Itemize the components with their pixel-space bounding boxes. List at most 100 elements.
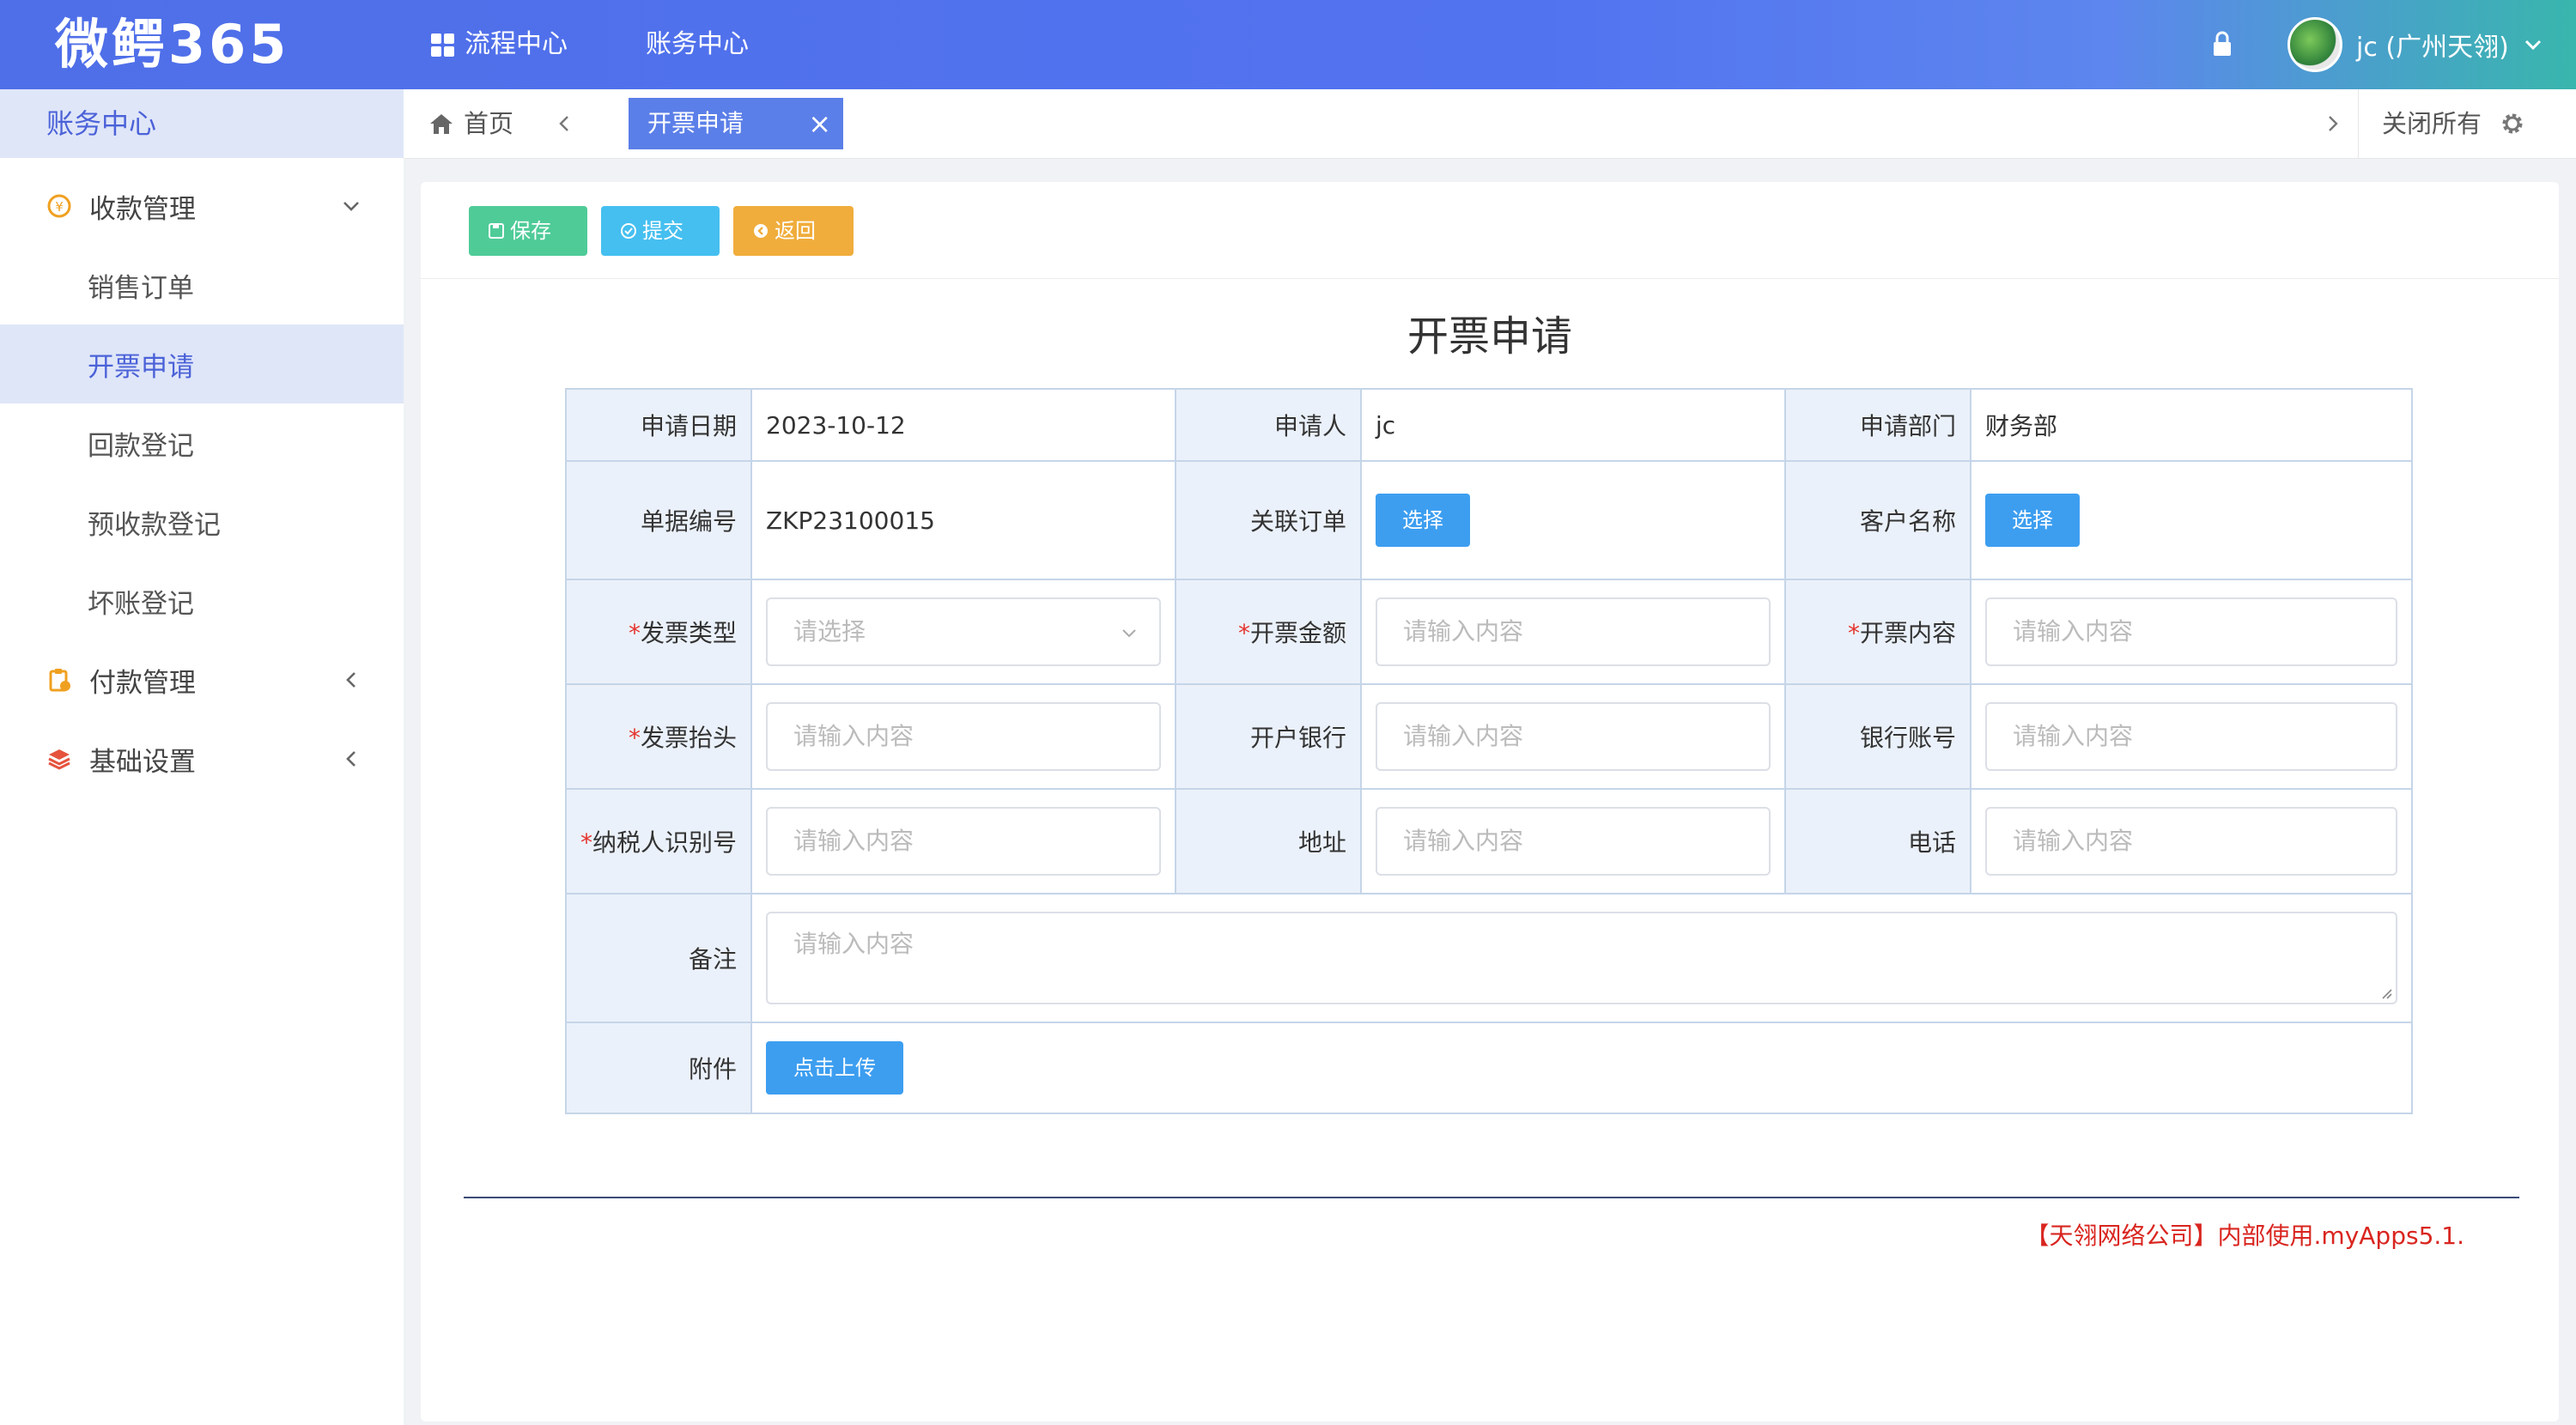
amount-label: *开票金额 <box>1175 579 1362 685</box>
amount-cell: 请输入内容 <box>1360 579 1786 685</box>
select-customer-button[interactable]: 选择 <box>1985 494 2080 547</box>
invoice-type-select[interactable]: 请选择 <box>766 597 1161 666</box>
invoice-header-label-text: 发票抬头 <box>640 724 737 752</box>
dept-label: 申请部门 <box>1784 388 1971 462</box>
user-menu[interactable]: jc (广州天翎) <box>2287 14 2543 76</box>
sidebar-item-bad-debt[interactable]: 坏账登记 <box>0 561 404 640</box>
nav-finance-center-label: 账务中心 <box>646 29 749 59</box>
chevron-down-icon <box>2524 39 2541 51</box>
resize-grip-icon[interactable] <box>2379 985 2392 999</box>
chevron-right-icon[interactable] <box>2320 111 2346 136</box>
required-mark: * <box>580 828 592 857</box>
close-icon[interactable]: × <box>808 98 831 149</box>
nav-flow-center[interactable]: 流程中心 <box>431 0 568 89</box>
amount-label-text: 开票金额 <box>1249 619 1346 647</box>
tab-invoice-request[interactable]: 开票申请 × <box>629 98 843 149</box>
content-input[interactable]: 请输入内容 <box>1985 597 2397 666</box>
customer-cell: 选择 <box>1970 460 2413 580</box>
divider <box>464 1197 2519 1198</box>
lock-icon[interactable] <box>2212 30 2233 58</box>
back-circle-icon <box>754 224 768 238</box>
required-mark: * <box>628 619 641 647</box>
tab-home[interactable]: 首页 <box>429 89 513 158</box>
required-mark: * <box>628 724 641 752</box>
submit-button[interactable]: 提交 <box>601 206 720 256</box>
order-cell: 选择 <box>1360 460 1786 580</box>
doc-no-label: 单据编号 <box>565 460 752 580</box>
taxid-input[interactable]: 请输入内容 <box>766 807 1161 876</box>
clipboard-icon <box>49 669 70 692</box>
select-order-button[interactable]: 选择 <box>1376 494 1470 547</box>
sidebar-item-label: 预收款登记 <box>88 509 221 541</box>
tab-invoice-request-label: 开票申请 <box>647 109 744 137</box>
user-name: jc (广州天翎) <box>2356 33 2509 63</box>
sidebar-item-receipts[interactable]: ¥ 收款管理 <box>0 167 404 246</box>
account-label: 银行账号 <box>1784 683 1971 790</box>
back-button[interactable]: 返回 <box>733 206 854 256</box>
sidebar-item-sales-order[interactable]: 销售订单 <box>0 246 404 324</box>
invoice-header-input[interactable]: 请输入内容 <box>766 702 1161 771</box>
bank-input[interactable]: 请输入内容 <box>1376 702 1771 771</box>
address-cell: 请输入内容 <box>1360 788 1786 894</box>
phone-label: 电话 <box>1784 788 1971 894</box>
invoice-type-label: *发票类型 <box>565 579 752 685</box>
attach-cell: 点击上传 <box>750 1022 2413 1114</box>
nav-finance-center[interactable]: 账务中心 <box>646 0 749 89</box>
tab-bar: 首页 开票申请 × 关闭所有 <box>404 89 2576 159</box>
amount-input[interactable]: 请输入内容 <box>1376 597 1771 666</box>
remark-label: 备注 <box>565 893 752 1023</box>
divider <box>2358 89 2359 158</box>
upload-button[interactable]: 点击上传 <box>766 1041 903 1095</box>
taxid-cell: 请输入内容 <box>750 788 1176 894</box>
sidebar-item-label: 开票申请 <box>88 351 194 383</box>
submit-button-label: 提交 <box>642 219 683 243</box>
sidebar-item-label: 付款管理 <box>89 667 196 699</box>
sidebar-item-label: 回款登记 <box>88 430 194 462</box>
page-title: 开票申请 <box>1406 312 1572 361</box>
save-button[interactable]: 保存 <box>469 206 587 256</box>
applicant-value: jc <box>1360 388 1786 462</box>
nav-flow-center-label: 流程中心 <box>465 29 568 59</box>
sidebar-section-title: 账务中心 <box>0 89 404 158</box>
chevron-down-icon <box>1122 629 1136 638</box>
invoice-header-cell: 请输入内容 <box>750 683 1176 790</box>
footer-text: 【天翎网络公司】内部使用.myApps5.1. <box>2025 1222 2464 1250</box>
sidebar-item-advance-receipt[interactable]: 预收款登记 <box>0 482 404 561</box>
required-mark: * <box>1237 619 1250 647</box>
sidebar-item-label: 坏账登记 <box>88 588 194 620</box>
remark-cell: 请输入内容 <box>750 893 2413 1023</box>
taxid-label-text: 纳税人识别号 <box>592 828 737 857</box>
sidebar-item-label: 基础设置 <box>89 746 196 778</box>
account-input[interactable]: 请输入内容 <box>1985 702 2397 771</box>
address-input[interactable]: 请输入内容 <box>1376 807 1771 876</box>
home-icon <box>430 114 453 134</box>
chevron-left-icon <box>346 672 355 688</box>
toolbar: 保存 提交 返回 <box>421 182 2559 279</box>
chevron-left-icon[interactable] <box>551 111 577 136</box>
main-panel: 保存 提交 返回 开票申请 申请日期 2023-10-12 申请人 jc 申请部… <box>421 182 2559 1422</box>
invoice-header-label: *发票抬头 <box>565 683 752 790</box>
gear-icon[interactable] <box>2499 110 2526 137</box>
phone-input[interactable]: 请输入内容 <box>1985 807 2397 876</box>
sidebar-item-basic-settings[interactable]: 基础设置 <box>0 719 404 798</box>
chevron-left-icon <box>346 751 355 767</box>
attach-label: 附件 <box>565 1022 752 1114</box>
sidebar-item-label: 收款管理 <box>89 193 196 225</box>
app-logo[interactable]: 微鳄365 <box>55 9 289 81</box>
address-label: 地址 <box>1175 788 1362 894</box>
invoice-form: 申请日期 2023-10-12 申请人 jc 申请部门 财务部 单据编号 ZKP… <box>565 388 2413 1114</box>
account-cell: 请输入内容 <box>1970 683 2413 790</box>
applicant-label: 申请人 <box>1175 388 1362 462</box>
close-all-button[interactable]: 关闭所有 <box>2382 89 2482 158</box>
tab-home-label: 首页 <box>464 109 514 138</box>
content-label: *开票内容 <box>1784 579 1971 685</box>
required-mark: * <box>1847 619 1860 647</box>
svg-text:¥: ¥ <box>55 199 64 215</box>
check-circle-icon <box>621 223 636 239</box>
sidebar-item-invoice-request[interactable]: 开票申请 <box>0 324 404 403</box>
sidebar-item-payment-registration[interactable]: 回款登记 <box>0 403 404 482</box>
sidebar: 账务中心 ¥ 收款管理 销售订单 开票申请 回款登记 预收款登记 坏账登记 付款… <box>0 89 404 1425</box>
sidebar-item-payments[interactable]: 付款管理 <box>0 640 404 719</box>
bank-cell: 请输入内容 <box>1360 683 1786 790</box>
remark-textarea[interactable]: 请输入内容 <box>766 912 2397 1004</box>
